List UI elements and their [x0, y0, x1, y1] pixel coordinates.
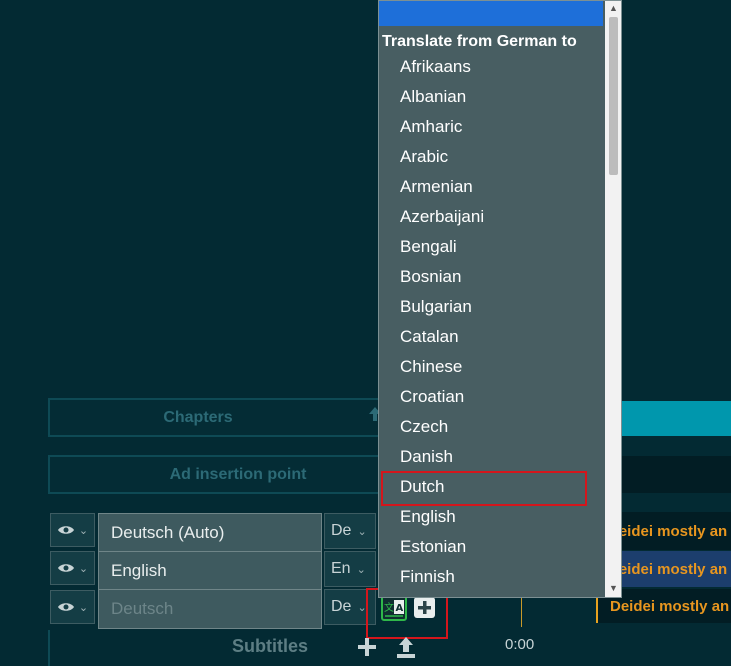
- track-name-2: English: [111, 561, 167, 580]
- language-value-3: De: [331, 598, 352, 615]
- scrollbar-thumb[interactable]: [609, 17, 618, 175]
- track-name-field-3[interactable]: Deutsch: [98, 589, 322, 629]
- language-list: Afrikaans Albanian Amharic Arabic Armenian Az…: [379, 52, 603, 592]
- language-option[interactable]: Finnish: [379, 562, 603, 592]
- language-option[interactable]: Danish: [379, 442, 603, 472]
- chapters-label: Chapters: [163, 408, 233, 426]
- language-option[interactable]: English: [379, 502, 603, 532]
- cue-track-1: Deidei mostly an: [604, 512, 731, 550]
- scroll-down-icon[interactable]: ▼: [605, 581, 621, 595]
- svg-text:文: 文: [384, 601, 394, 614]
- translate-icon[interactable]: 文A: [381, 595, 407, 621]
- language-option[interactable]: Croatian: [379, 382, 603, 412]
- eye-icon: [57, 526, 74, 534]
- language-value-2: En: [331, 560, 351, 577]
- track-name-field-2[interactable]: English: [98, 551, 322, 591]
- language-option[interactable]: Czech: [379, 412, 603, 442]
- chevron-down-icon: ⌄: [357, 525, 367, 538]
- translate-language-dropdown[interactable]: Translate from German to Afrikaans Albani…: [378, 0, 622, 598]
- add-track-icon[interactable]: [414, 597, 435, 618]
- svg-text:A: A: [396, 603, 404, 614]
- language-option[interactable]: Azerbaijani: [379, 202, 603, 232]
- track-name-field-1[interactable]: Deutsch (Auto): [98, 513, 322, 553]
- cue-track-2: Deidei mostly an: [604, 551, 731, 587]
- language-option[interactable]: Bosnian: [379, 262, 603, 292]
- visibility-toggle-3[interactable]: ⌄: [50, 590, 95, 624]
- cue-2[interactable]: Deidei mostly an: [604, 551, 731, 587]
- chevron-down-icon: ⌄: [78, 562, 89, 575]
- language-option[interactable]: Catalan: [379, 322, 603, 352]
- dropdown-top-highlight: [379, 1, 603, 26]
- ad-insertion-panel[interactable]: Ad insertion point: [48, 455, 388, 494]
- ad-insertion-label: Ad insertion point: [169, 465, 307, 483]
- subtitles-label: Subtitles: [232, 636, 309, 656]
- language-option[interactable]: Bengali: [379, 232, 603, 262]
- chevron-down-icon: ⌄: [78, 601, 89, 614]
- eye-icon: [57, 564, 74, 572]
- chevron-down-icon: ⌄: [78, 524, 89, 537]
- eye-icon: [57, 603, 74, 611]
- chevron-down-icon: ⌄: [356, 563, 366, 576]
- language-option[interactable]: Amharic: [379, 112, 603, 142]
- visibility-toggle-1[interactable]: ⌄: [50, 513, 95, 547]
- language-option[interactable]: Chinese: [379, 352, 603, 382]
- dropdown-header: Translate from German to: [382, 32, 577, 50]
- track-name-1: Deutsch (Auto): [111, 523, 225, 542]
- language-option[interactable]: Afrikaans: [379, 52, 603, 82]
- language-option[interactable]: Arabic: [379, 142, 603, 172]
- language-option[interactable]: Armenian: [379, 172, 603, 202]
- ad-insertion-track: [620, 456, 731, 493]
- language-select-1[interactable]: De ⌄: [324, 513, 376, 549]
- dropdown-scrollbar[interactable]: ▲ ▼: [605, 1, 621, 597]
- visibility-toggle-2[interactable]: ⌄: [50, 551, 95, 585]
- language-select-2[interactable]: En ⌄: [324, 551, 376, 587]
- subtitles-border: [48, 630, 50, 666]
- chapters-track: [620, 401, 731, 436]
- playhead-line: [521, 595, 522, 627]
- add-subtitle-icon[interactable]: [357, 637, 377, 657]
- time-label: 0:00: [505, 636, 535, 653]
- highlight-box-dutch: [381, 471, 587, 506]
- language-option[interactable]: Estonian: [379, 532, 603, 562]
- language-option[interactable]: Albanian: [379, 82, 603, 112]
- language-value-1: De: [331, 522, 352, 539]
- chapters-panel[interactable]: Chapters: [48, 398, 388, 437]
- language-option[interactable]: Bulgarian: [379, 292, 603, 322]
- track-name-placeholder-3: Deutsch: [111, 599, 174, 618]
- cue-1[interactable]: Deidei mostly an: [604, 512, 731, 550]
- scroll-up-icon[interactable]: ▲: [605, 1, 621, 15]
- upload-subtitle-icon[interactable]: [395, 636, 417, 660]
